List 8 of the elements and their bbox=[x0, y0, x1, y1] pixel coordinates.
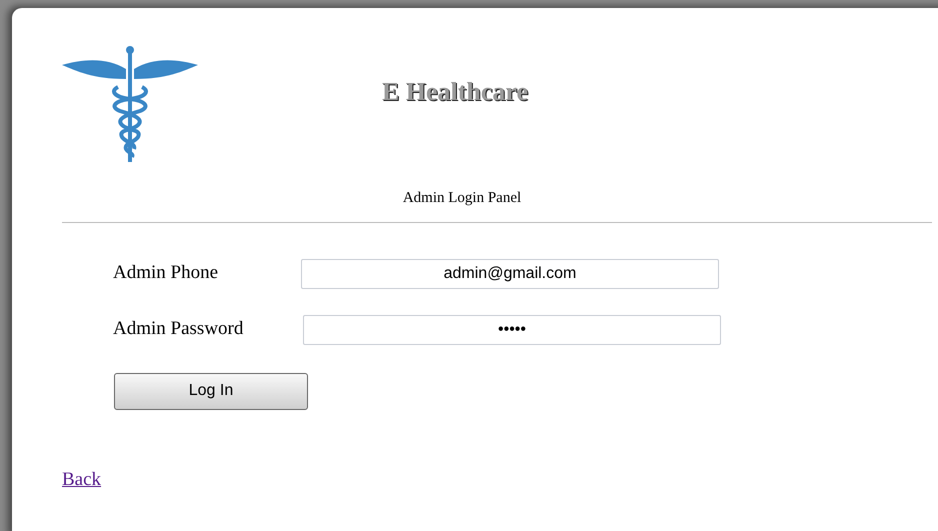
field-label: Admin Password bbox=[113, 317, 244, 342]
login-button[interactable]: Log In bbox=[114, 372, 308, 410]
back-link[interactable]: Back bbox=[62, 468, 102, 490]
phone-field[interactable]: admin@gmail.com bbox=[301, 258, 719, 288]
site-title: E Healthcare bbox=[382, 76, 528, 108]
password-field[interactable]: ••••• bbox=[303, 314, 721, 344]
panel-heading: Admin Login Panel bbox=[402, 189, 522, 208]
field-label: Admin Phone bbox=[113, 261, 220, 286]
